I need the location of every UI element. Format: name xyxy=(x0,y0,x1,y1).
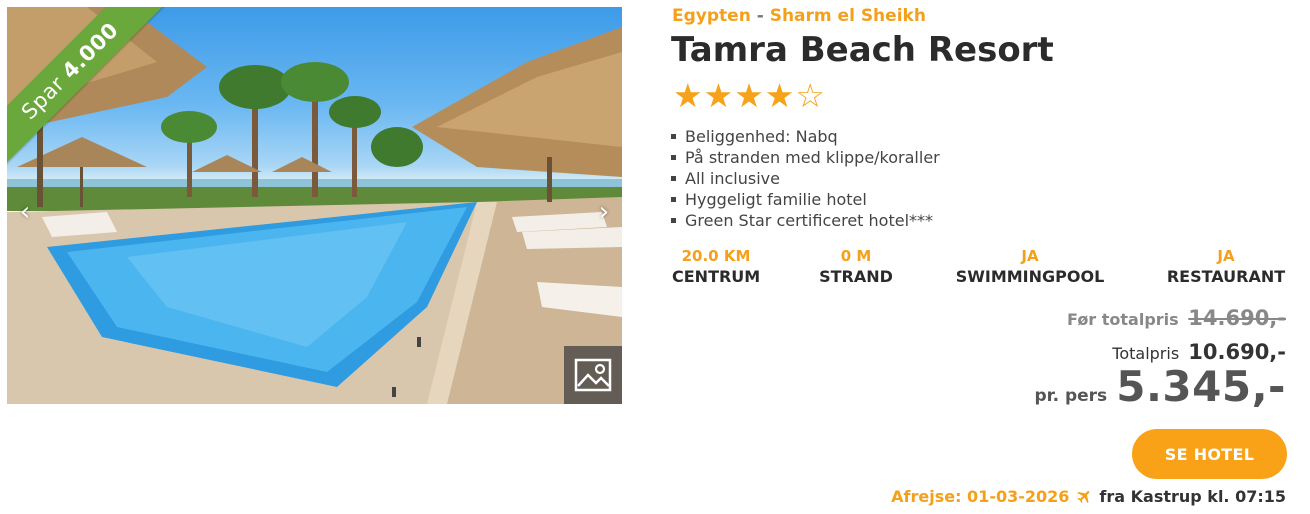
feature-item: All inclusive xyxy=(669,168,940,189)
airplane-icon xyxy=(1077,490,1090,503)
fact-label: STRAND xyxy=(819,267,893,286)
location-separator: - xyxy=(756,6,764,26)
next-image-button[interactable]: › xyxy=(592,195,616,229)
location-breadcrumb: Egypten - Sharm el Sheikh xyxy=(672,6,926,26)
price-per-person-label: pr. pers xyxy=(1034,386,1108,406)
fact-value: JA xyxy=(1021,247,1039,265)
fact-label: RESTAURANT xyxy=(1166,267,1286,286)
price-before-amount: 14.690,- xyxy=(1188,306,1286,330)
departure-info: Afrejse: 01-03-2026 fra Kastrup kl. 07:1… xyxy=(891,487,1286,506)
feature-item: Hyggeligt familie hotel xyxy=(669,189,940,210)
hotel-photo[interactable]: Spar 4.000 ‹ › xyxy=(7,7,622,404)
savings-badge-amount: 4.000 xyxy=(57,17,124,84)
city-link[interactable]: Sharm el Sheikh xyxy=(770,6,926,26)
fact-value: 20.0 KM xyxy=(681,247,751,265)
price-before-label: Før totalpris xyxy=(1067,310,1179,329)
star-rating: ★ ★ ★ ★ ☆ xyxy=(673,78,825,114)
price-total-label: Totalpris xyxy=(1112,344,1180,363)
price-per-person: pr. pers 5.345,- xyxy=(1034,362,1286,411)
price-total: Totalpris 10.690,- xyxy=(1112,340,1286,364)
fact-restaurant: JA RESTAURANT xyxy=(1164,246,1288,288)
chevron-right-icon: › xyxy=(598,197,610,227)
feature-item: På stranden med klippe/koraller xyxy=(669,147,940,168)
fact-label: SWIMMINGPOOL xyxy=(955,267,1105,286)
fact-swimmingpool: JA SWIMMINGPOOL xyxy=(950,246,1110,288)
feature-item: Green Star certificeret hotel*** xyxy=(669,210,940,231)
star-filled-icon: ★ xyxy=(673,76,703,115)
fact-value: 0 M xyxy=(840,247,872,265)
star-empty-icon: ☆ xyxy=(795,76,825,115)
feature-list: Beliggenhed: Nabq På stranden med klippe… xyxy=(669,126,940,231)
price-per-person-amount: 5.345,- xyxy=(1116,362,1286,411)
star-filled-icon: ★ xyxy=(764,76,795,115)
see-hotel-button[interactable]: SE HOTEL xyxy=(1132,429,1287,479)
fact-centrum: 20.0 KM CENTRUM xyxy=(672,246,760,288)
star-filled-icon: ★ xyxy=(703,76,734,115)
chevron-left-icon: ‹ xyxy=(19,197,31,227)
country-link[interactable]: Egypten xyxy=(672,6,751,26)
fact-strand: 0 M STRAND xyxy=(814,246,898,288)
savings-badge: Spar 4.000 xyxy=(7,7,207,207)
feature-item: Beliggenhed: Nabq xyxy=(669,126,940,147)
previous-image-button[interactable]: ‹ xyxy=(13,195,37,229)
fact-value: JA xyxy=(1217,247,1235,265)
price-before: Før totalpris 14.690,- xyxy=(1067,306,1286,330)
hotel-name[interactable]: Tamra Beach Resort xyxy=(671,30,1054,70)
open-gallery-button[interactable] xyxy=(564,346,622,404)
star-filled-icon: ★ xyxy=(734,76,764,115)
image-gallery-icon xyxy=(574,358,612,392)
savings-badge-prefix: Spar xyxy=(16,71,70,125)
departure-origin: fra Kastrup kl. 07:15 xyxy=(1099,487,1286,506)
departure-date: Afrejse: 01-03-2026 xyxy=(891,487,1070,506)
price-total-amount: 10.690,- xyxy=(1188,340,1286,364)
fact-label: CENTRUM xyxy=(672,267,761,286)
